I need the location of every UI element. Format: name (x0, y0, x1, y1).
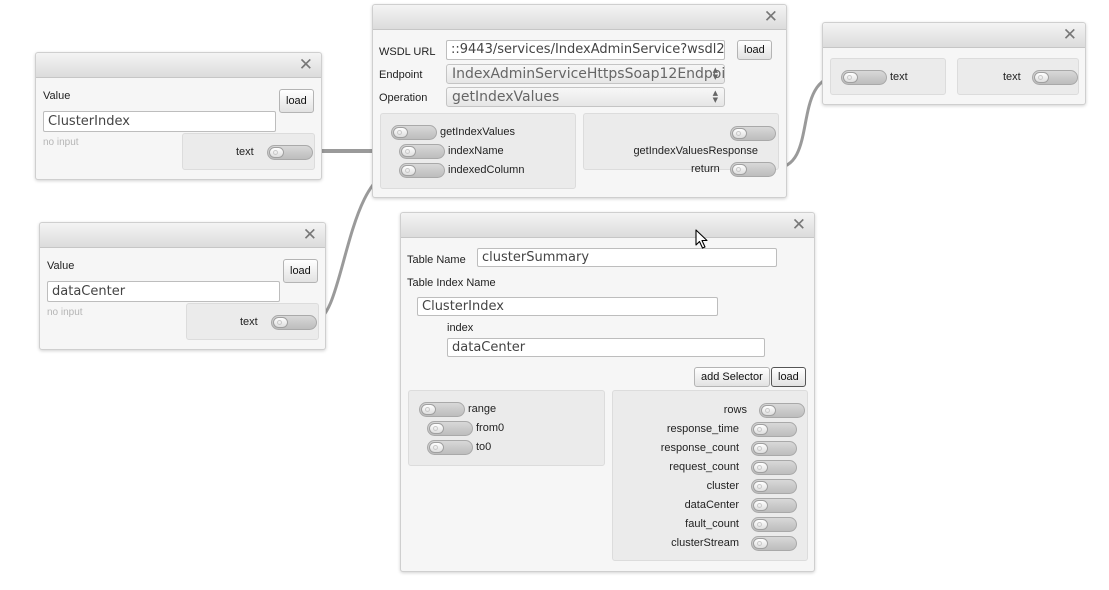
load-button[interactable]: load (283, 259, 318, 283)
panel-header[interactable] (823, 23, 1085, 48)
wsdl-url-label: WSDL URL (379, 46, 436, 58)
updown-arrow-icon: ▲ ▼ (712, 66, 718, 81)
text-output-label: text (1003, 71, 1021, 83)
index-label: index (447, 322, 474, 334)
value-label: Value (43, 90, 71, 102)
panel-header[interactable] (36, 53, 321, 78)
input-toggle-to0[interactable] (427, 440, 473, 455)
updown-arrow-icon: ▲ ▼ (712, 89, 718, 104)
panel-header[interactable] (40, 223, 325, 248)
output-label: fault_count (685, 518, 739, 530)
input-label: indexName (448, 145, 504, 157)
wsdl-load-button[interactable]: load (737, 40, 772, 60)
output-box: text (186, 303, 319, 340)
value-input[interactable]: dataCenter (47, 281, 280, 302)
panel-header[interactable] (373, 5, 786, 30)
table-index-name-input[interactable]: ClusterIndex (417, 297, 718, 316)
output-label: response_count (660, 442, 739, 454)
text-input-box: text (830, 58, 946, 95)
close-icon[interactable]: ✕ (299, 56, 313, 73)
output-toggle-response_count[interactable] (751, 441, 797, 456)
text-output-toggle[interactable] (1032, 70, 1078, 85)
output-label: rows (723, 404, 747, 416)
output-toggle-getIndexValuesResponse[interactable] (730, 126, 776, 141)
operation-label: Operation (379, 92, 428, 104)
output-label: text (240, 316, 258, 328)
endpoint-select[interactable]: IndexAdminServiceHttpsSoap12Endpoint ▲ ▼ (446, 64, 725, 84)
output-toggle-rows[interactable] (759, 403, 805, 418)
output-label: text (236, 146, 254, 158)
output-label: request_count (669, 461, 739, 473)
output-label: cluster (706, 480, 739, 492)
operation-value: getIndexValues (452, 89, 560, 105)
value-panel-2: ✕ Value load dataCenter no input text (39, 222, 326, 350)
index-input[interactable]: dataCenter (447, 338, 765, 357)
close-icon[interactable]: ✕ (764, 8, 778, 25)
text-output-box: text (957, 58, 1079, 95)
operation-select[interactable]: getIndexValues ▲ ▼ (446, 87, 725, 107)
input-toggle-getIndexValues[interactable] (391, 125, 437, 140)
output-toggle-dataCenter[interactable] (751, 498, 797, 513)
table-index-name-label: Table Index Name (407, 277, 496, 289)
table-load-button[interactable]: load (771, 367, 806, 387)
table-name-label: Table Name (407, 254, 466, 266)
output-toggle-return[interactable] (730, 162, 776, 177)
input-label: range (468, 403, 497, 415)
input-status: no input (47, 307, 83, 318)
table-outputs-box: rows response_time response_count reques… (612, 390, 808, 561)
close-icon[interactable]: ✕ (792, 216, 806, 233)
wsdl-panel: ✕ WSDL URL ::9443/services/IndexAdminSer… (372, 4, 787, 198)
input-toggle-indexName[interactable] (399, 144, 445, 159)
value-panel-1: ✕ Value load ClusterIndex no input text (35, 52, 322, 180)
panel-header[interactable] (401, 213, 814, 238)
input-label: indexedColumn (448, 164, 525, 176)
table-panel: ✕ Table Name clusterSummary Table Index … (400, 212, 815, 572)
endpoint-value: IndexAdminServiceHttpsSoap12Endpoint (452, 66, 725, 82)
close-icon[interactable]: ✕ (303, 226, 317, 243)
input-toggle-range[interactable] (419, 402, 465, 417)
value-label: Value (47, 260, 75, 272)
table-inputs-box: range from0 to0 (408, 390, 605, 466)
input-status: no input (43, 137, 79, 148)
output-toggle[interactable] (271, 315, 317, 330)
text-panel: ✕ text text (822, 22, 1086, 105)
text-input-label: text (890, 71, 908, 83)
input-toggle-from0[interactable] (427, 421, 473, 436)
input-label: to0 (476, 441, 492, 453)
output-label: getIndexValuesResponse (633, 145, 758, 157)
mouse-pointer-icon (695, 229, 708, 249)
output-toggle-request_count[interactable] (751, 460, 797, 475)
output-toggle-response_time[interactable] (751, 422, 797, 437)
wsdl-url-input[interactable]: ::9443/services/IndexAdminService?wsdl2 (446, 40, 725, 60)
output-label: dataCenter (684, 499, 739, 511)
output-toggle-fault_count[interactable] (751, 517, 797, 532)
text-input-toggle[interactable] (841, 70, 887, 85)
value-input[interactable]: ClusterIndex (43, 111, 276, 132)
inputs-box: getIndexValues indexName indexedColumn (380, 113, 576, 189)
close-icon[interactable]: ✕ (1063, 26, 1077, 43)
output-toggle-clusterStream[interactable] (751, 536, 797, 551)
table-name-input[interactable]: clusterSummary (477, 248, 777, 267)
output-label: response_time (666, 423, 739, 435)
input-label: getIndexValues (440, 126, 516, 138)
output-box: text (182, 133, 315, 170)
load-button[interactable]: load (279, 89, 314, 113)
output-label: return (691, 163, 720, 175)
output-toggle-cluster[interactable] (751, 479, 797, 494)
input-toggle-indexedColumn[interactable] (399, 163, 445, 178)
endpoint-label: Endpoint (379, 69, 423, 81)
input-label: from0 (476, 422, 505, 434)
output-label: clusterStream (671, 537, 739, 549)
add-selector-button[interactable]: add Selector (694, 367, 770, 387)
output-toggle[interactable] (267, 145, 313, 160)
